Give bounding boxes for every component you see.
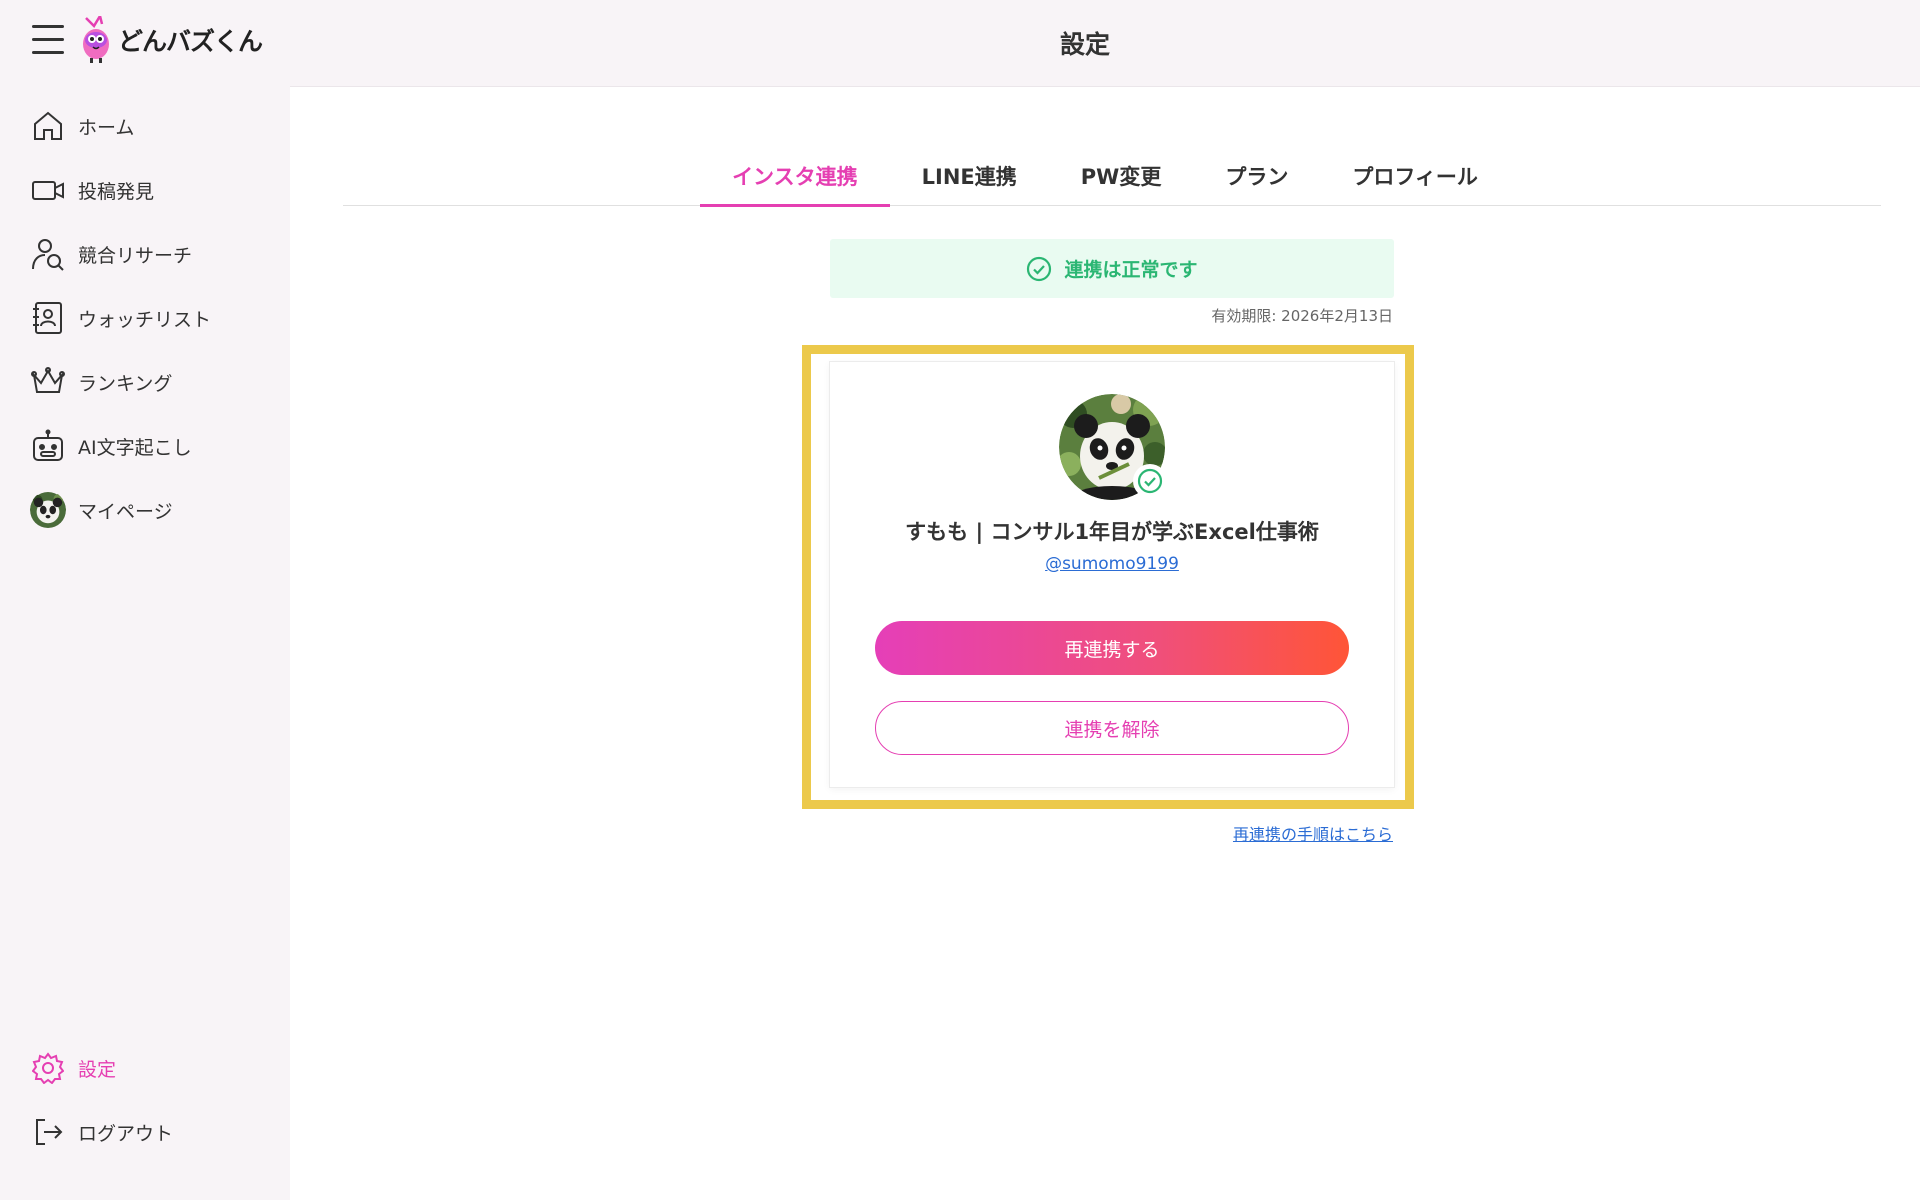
sidebar-item-label: 競合リサーチ — [78, 244, 193, 267]
sidebar-item-watchlist[interactable]: ウォッチリスト — [0, 286, 290, 350]
sidebar-item-post-discovery[interactable]: 投稿発見 — [0, 158, 290, 222]
verified-check-icon — [1133, 464, 1167, 498]
mascot-icon — [83, 16, 109, 63]
sidebar-item-my-page[interactable]: マイページ — [0, 478, 290, 542]
account-card: すもも | コンサル1年目が学ぶExcel仕事術 @sumomo9199 再連携… — [830, 362, 1394, 787]
video-camera-icon — [30, 172, 66, 208]
sidebar-item-label: ウォッチリスト — [78, 308, 212, 331]
tab-password-change[interactable]: PW変更 — [1049, 146, 1194, 206]
sidebar-item-label: 設定 — [78, 1058, 117, 1081]
app-logo[interactable]: どんバズくん — [80, 16, 263, 64]
sidebar-item-home[interactable]: ホーム — [0, 94, 290, 158]
settings-tabs: インスタ連携 LINE連携 PW変更 プラン プロフィール — [343, 146, 1881, 207]
tab-instagram-link[interactable]: インスタ連携 — [700, 146, 890, 207]
gear-icon — [30, 1050, 66, 1086]
tab-line-link[interactable]: LINE連携 — [890, 146, 1049, 206]
sidebar-nav: ホーム 投稿発見 競合リサーチ ウォッチリスト ランキング AI文字起こし マイ… — [0, 94, 290, 542]
contacts-book-icon — [30, 300, 66, 336]
sidebar-item-ai-transcription[interactable]: AI文字起こし — [0, 414, 290, 478]
sidebar-bottom-nav: 設定 ログアウト — [0, 1036, 290, 1164]
tab-plan[interactable]: プラン — [1193, 146, 1320, 206]
sidebar-item-label: AI文字起こし — [78, 436, 192, 459]
tab-profile[interactable]: プロフィール — [1320, 146, 1510, 206]
relink-help-link[interactable]: 再連携の手順はこちら — [1233, 821, 1393, 845]
link-status-text: 連携は正常です — [1064, 259, 1198, 281]
link-status-banner: 連携は正常です — [830, 239, 1394, 298]
relink-button[interactable]: 再連携する — [875, 621, 1349, 675]
logout-icon — [30, 1114, 66, 1150]
sidebar-item-label: ランキング — [78, 372, 173, 395]
account-avatar — [1059, 394, 1167, 500]
crown-icon — [30, 364, 66, 400]
sidebar-item-label: ホーム — [78, 116, 135, 139]
unlink-button[interactable]: 連携を解除 — [875, 701, 1349, 755]
avatar — [30, 492, 66, 528]
page-header: 設定 — [290, 0, 1920, 87]
sidebar-item-label: 投稿発見 — [78, 180, 155, 203]
sidebar-item-label: ログアウト — [78, 1122, 174, 1145]
home-icon — [30, 108, 66, 144]
account-handle-link[interactable]: @sumomo9199 — [830, 554, 1394, 574]
sidebar-item-competitor-research[interactable]: 競合リサーチ — [0, 222, 290, 286]
sidebar: どんバズくん ホーム 投稿発見 競合リサーチ ウォッチリスト ランキング AI文… — [0, 0, 290, 1200]
sidebar-item-label: マイページ — [78, 500, 173, 523]
sidebar-item-logout[interactable]: ログアウト — [0, 1100, 290, 1164]
page-title: 設定 — [1059, 30, 1110, 59]
robot-icon — [30, 428, 66, 464]
user-search-icon — [30, 236, 66, 272]
sidebar-item-settings[interactable]: 設定 — [0, 1036, 290, 1100]
account-name: すもも | コンサル1年目が学ぶExcel仕事術 — [905, 520, 1319, 544]
sidebar-item-ranking[interactable]: ランキング — [0, 350, 290, 414]
menu-icon[interactable] — [32, 25, 64, 55]
expiry-date: 有効期限: 2026年2月13日 — [1211, 307, 1393, 325]
check-circle-icon — [1027, 256, 1052, 281]
app-name: どんバズくん — [118, 27, 263, 56]
